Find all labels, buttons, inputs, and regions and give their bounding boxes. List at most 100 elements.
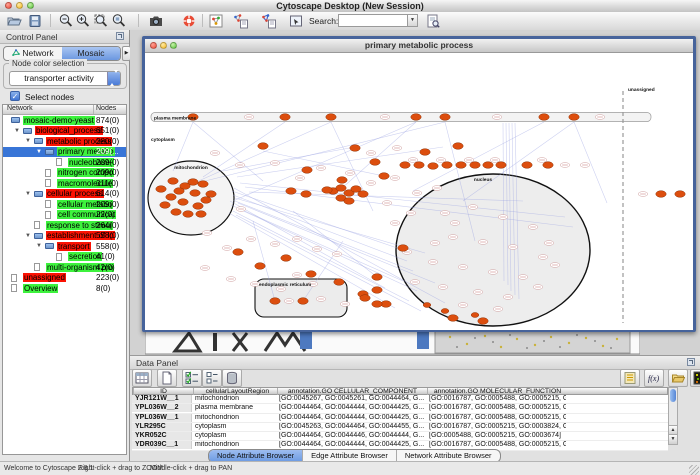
export-image-icon[interactable] — [148, 13, 164, 29]
gene-node — [440, 114, 450, 121]
gene-node — [522, 162, 532, 169]
float-panel-icon[interactable] — [116, 32, 124, 40]
select-attributes-icon[interactable] — [132, 369, 152, 387]
data-panel-header: Data Panel — [130, 356, 700, 370]
gene-node — [471, 313, 479, 318]
zoom-out-icon[interactable] — [58, 13, 74, 29]
help-lifering-icon[interactable] — [181, 13, 197, 29]
table-row[interactable]: YPL036W__1mitochondrion[GO:0044464, GO:0… — [132, 414, 668, 423]
gene-node — [420, 149, 430, 156]
tree-row-count: 614(0) — [96, 189, 119, 198]
annotation-tool-icon[interactable] — [288, 13, 304, 29]
gene-node — [156, 186, 166, 193]
search-input[interactable] — [338, 14, 412, 27]
tree-row[interactable]: multi-organism pro42(0) — [3, 262, 126, 273]
gene-node — [456, 162, 466, 169]
table-cell: YPL036W__1 — [132, 414, 192, 422]
matrix-view-icon[interactable] — [690, 369, 700, 387]
table-cell: [GO:0016787, GO:0005488, GO:0005215, G..… — [426, 404, 566, 412]
table-row[interactable]: YPL036W__2plasma membrane[GO:0044464, GO… — [132, 404, 668, 413]
table-scrollbar[interactable]: ▲ ▼ — [668, 387, 678, 445]
gene-node — [428, 163, 438, 170]
select-all-attributes-icon[interactable] — [182, 369, 202, 387]
tree-row[interactable]: cellular metabo209(0) — [3, 199, 126, 210]
select-nodes-checkbox[interactable]: ✓ — [10, 91, 20, 101]
expander-icon[interactable]: ▼ — [25, 190, 31, 198]
expander-icon[interactable]: ▼ — [36, 148, 42, 156]
table-cell: [GO:0045263, GO:0044464, GO:0044455, G..… — [276, 423, 426, 431]
cytoscape-window: Cytoscape Desktop (New Session) Search: … — [0, 0, 700, 474]
tree-row[interactable]: ▼metabolic process280(0) — [3, 136, 126, 147]
gene-node — [656, 191, 666, 198]
tree-row[interactable]: ▼cellular process614(0) — [3, 189, 126, 200]
float-data-panel-icon[interactable] — [687, 358, 695, 366]
table-row[interactable]: YKR052Ccytoplasm[GO:0044464, GO:0044446,… — [132, 432, 668, 441]
delete-attribute-icon[interactable] — [222, 369, 242, 387]
zoom-selected-region-icon[interactable] — [93, 13, 109, 29]
status-pan-hint: Middle-click + drag to PAN — [150, 465, 232, 472]
new-network-view-icon[interactable] — [208, 13, 224, 29]
expander-icon[interactable]: ▼ — [36, 242, 42, 250]
tree-row[interactable]: nucleobase-209(0) — [3, 157, 126, 168]
tree-row[interactable]: ▼establishment of lo558(0) — [3, 231, 126, 242]
table-cell: mitochondrion — [192, 414, 276, 422]
expander-icon[interactable]: ▼ — [25, 137, 31, 145]
gene-node — [326, 114, 336, 121]
gene-node — [280, 114, 290, 121]
tree-row[interactable]: cell communicat22(0) — [3, 210, 126, 221]
gene-node — [423, 303, 431, 308]
network-tree-rows: mosaic-demo-yeast874(0)▼biological_proce… — [3, 115, 126, 454]
gene-node — [188, 179, 198, 186]
tree-row[interactable]: ▼primary metabo209(... — [3, 147, 126, 158]
gene-node — [478, 318, 488, 325]
table-column-header[interactable]: annotation.GO MOLECULAR_FUNCTION — [427, 388, 567, 395]
table-row[interactable]: YJR121W__1mitochondrion[GO:0045267, GO:0… — [132, 395, 668, 404]
tree-row[interactable]: response to stimul264(0) — [3, 220, 126, 231]
tree-row[interactable]: secretion41(0) — [3, 252, 126, 263]
function-builder-icon[interactable]: f(x) — [644, 369, 664, 387]
network-from-selected-nodes-icon[interactable] — [233, 13, 249, 29]
zoom-fit-content-icon[interactable] — [111, 13, 127, 29]
save-session-icon[interactable] — [27, 13, 43, 29]
network-from-selected-edges-icon[interactable] — [261, 13, 277, 29]
tree-row[interactable]: ▼transport558(0) — [3, 241, 126, 252]
table-row[interactable]: YLR295Ccytoplasm[GO:0045263, GO:0044464,… — [132, 423, 668, 432]
gene-node — [414, 162, 424, 169]
open-session-icon[interactable] — [6, 13, 22, 29]
table-column-header[interactable]: _cellularLayoutRegion — [193, 388, 277, 395]
tree-row[interactable]: nitrogen compo209(0) — [3, 168, 126, 179]
network-frame-titlebar[interactable]: primary metabolic process — [145, 39, 693, 53]
gene-node — [372, 287, 382, 294]
tree-row-count: 651(0) — [96, 126, 119, 135]
window-title: Cytoscape Desktop (New Session) — [0, 1, 700, 11]
table-column-header[interactable]: ID — [133, 388, 193, 395]
gene-node — [344, 198, 354, 205]
gene-node — [358, 191, 368, 198]
tree-row[interactable]: ▼biological_process651(0) — [3, 126, 126, 137]
gene-node — [539, 114, 549, 121]
search-dropdown-arrow[interactable]: ▼ — [407, 14, 418, 27]
scroll-down-icon[interactable]: ▼ — [669, 434, 677, 444]
expander-icon[interactable]: ▼ — [14, 127, 20, 135]
scrollbar-thumb[interactable] — [670, 389, 676, 402]
attribute-table-header: ID_cellularLayoutRegionannotation.GO CEL… — [132, 387, 668, 395]
tree-row[interactable]: macromolecule311(0) — [3, 178, 126, 189]
tree-row[interactable]: mosaic-demo-yeast874(0) — [3, 115, 126, 126]
main-toolbar: Search: ▼ — [0, 12, 700, 31]
node-color-dropdown[interactable]: transporter activity — [9, 71, 121, 86]
tree-row[interactable]: Overview8(0) — [3, 283, 126, 294]
create-attribute-icon[interactable] — [157, 369, 177, 387]
tree-row[interactable]: unassigned223(0) — [3, 273, 126, 284]
expander-icon[interactable]: ▼ — [25, 232, 31, 240]
network-tree-header: Network Nodes — [3, 105, 126, 115]
network-canvas[interactable]: plasma membranecytoplasmmitochondrionnuc… — [145, 53, 693, 330]
enhanced-search-icon[interactable] — [425, 13, 441, 29]
table-column-header[interactable]: annotation.GO CELLULAR_COMPONENT — [277, 388, 427, 395]
background-window[interactable] — [145, 329, 640, 355]
unselect-all-attributes-icon[interactable] — [202, 369, 222, 387]
table-cell: [GO:0016787, GO:0005488, GO:0005215, G..… — [426, 414, 566, 422]
open-attribute-file-icon[interactable] — [668, 369, 688, 387]
group-title: Node color selection — [9, 59, 87, 68]
zoom-in-icon[interactable] — [75, 13, 91, 29]
import-attributes-icon[interactable] — [620, 369, 640, 387]
